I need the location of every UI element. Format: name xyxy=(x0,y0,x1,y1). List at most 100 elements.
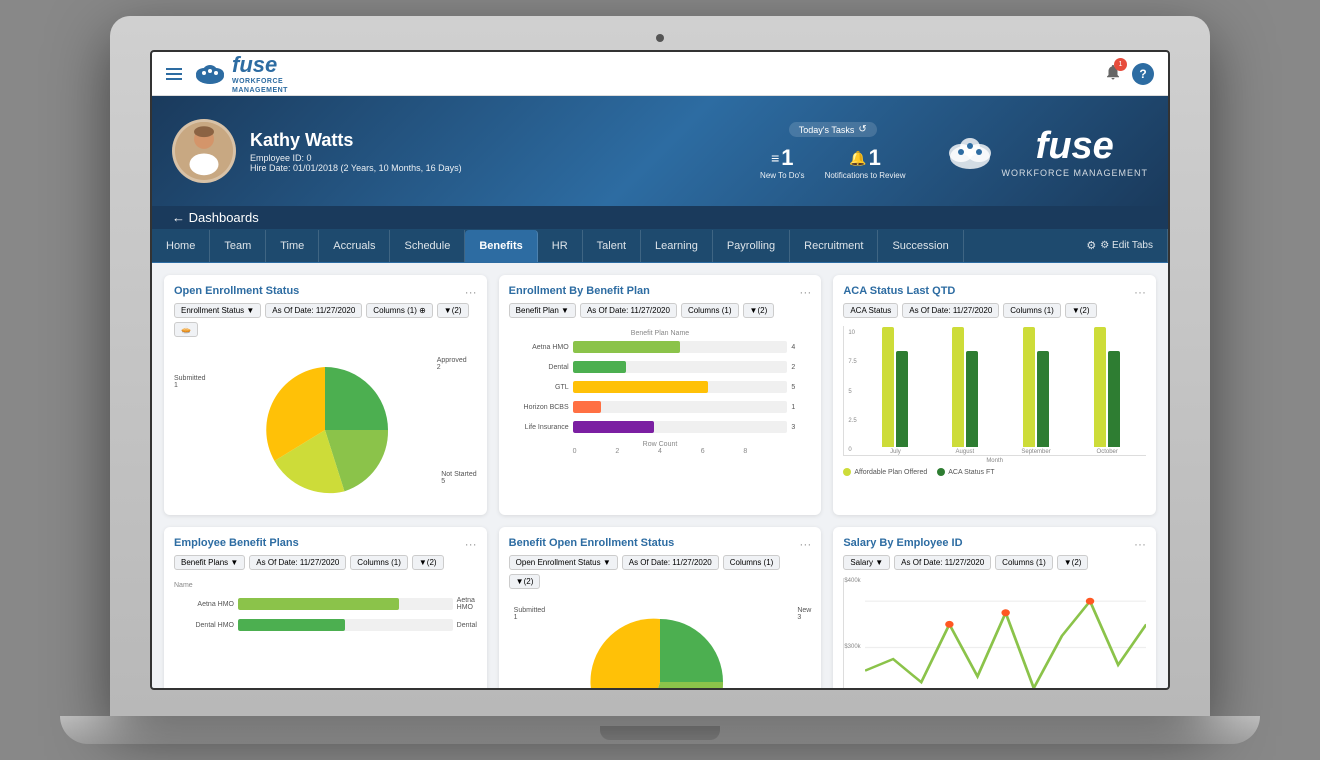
hero-section: Kathy Watts Employee ID: 0 Hire Date: 01… xyxy=(152,96,1168,206)
plan-filter2[interactable]: ▼(2) xyxy=(743,303,775,318)
enrollment-chart-type[interactable]: 🥧 xyxy=(174,322,198,337)
edit-tabs-button[interactable]: ⚙ ⚙ Edit Tabs xyxy=(1072,229,1168,262)
user-name: Kathy Watts xyxy=(250,130,462,151)
enrollment-columns[interactable]: Columns (1) ⊕ xyxy=(366,303,433,318)
widget-more-enrollment[interactable]: ··· xyxy=(465,285,477,299)
benefit-open-asofdate[interactable]: As Of Date: 11/27/2020 xyxy=(622,555,719,570)
enrollment-status-filter[interactable]: Enrollment Status ▼ xyxy=(174,303,261,318)
widget-title-benefit-open: Benefit Open Enrollment Status xyxy=(509,537,675,549)
breadcrumb: ← Dashboards xyxy=(152,206,1168,229)
tab-payrolling[interactable]: Payrolling xyxy=(713,230,790,262)
notifications-bell[interactable]: 1 xyxy=(1104,63,1122,84)
tab-benefits[interactable]: Benefits xyxy=(465,230,537,262)
tab-talent[interactable]: Talent xyxy=(583,230,641,262)
bar-row-aetna-hmo: Aetna HMO Aetna HMO xyxy=(174,597,477,611)
widget-title-salary: Salary By Employee ID xyxy=(843,537,962,549)
bar-row-dental: Dental 2 xyxy=(509,361,812,373)
emp-plans-columns[interactable]: Columns (1) xyxy=(350,555,408,570)
aca-x-axis-label: Month xyxy=(843,458,1146,464)
salary-line-chart: $400k $300k $200k xyxy=(843,578,1146,688)
plan-bar-chart: Benefit Plan Name Aetna HMO 4 xyxy=(509,326,812,459)
widget-salary: Salary By Employee ID ··· Salary ▼ As Of… xyxy=(833,527,1156,688)
enrollment-pie-chart: Approved2 Not Started5 Submitted1 xyxy=(174,345,477,515)
plan-asofdate[interactable]: As Of Date: 11/27/2020 xyxy=(580,303,677,318)
help-button[interactable]: ? xyxy=(1132,63,1154,85)
widget-title-aca: ACA Status Last QTD xyxy=(843,285,955,297)
hero-logo-subtext: WORKFORCE MANAGEMENT xyxy=(1001,168,1148,178)
top-bar: fuse WORKFORCEMANAGEMENT 1 ? xyxy=(152,52,1168,96)
tasks-label: Today's Tasks ↺ xyxy=(789,122,877,137)
tab-team[interactable]: Team xyxy=(210,230,266,262)
hero-logo-icon xyxy=(945,131,995,171)
plan-columns[interactable]: Columns (1) xyxy=(681,303,739,318)
tab-schedule[interactable]: Schedule xyxy=(390,230,465,262)
emp-plans-bar-chart: Name Aetna HMO Aetna HMO Dental HMO xyxy=(174,578,477,643)
bar-row-life: Life Insurance 3 xyxy=(509,421,812,433)
benefit-open-filter[interactable]: Open Enrollment Status ▼ xyxy=(509,555,618,570)
salary-asofdate[interactable]: As Of Date: 11/27/2020 xyxy=(894,555,991,570)
tab-succession[interactable]: Succession xyxy=(878,230,963,262)
bar-row-dental-hmo: Dental HMO Dental xyxy=(174,619,477,631)
aca-legend: Affordable Plan Offered ACA Status FT xyxy=(843,468,1146,476)
aca-filter2[interactable]: ▼(2) xyxy=(1065,303,1097,318)
employee-id: Employee ID: 0 xyxy=(250,153,462,163)
benefit-open-filter2[interactable]: ▼(2) xyxy=(509,574,541,589)
enrollment-filter2[interactable]: ▼(2) xyxy=(437,303,469,318)
hero-logo-text: fuse xyxy=(1001,125,1148,168)
enrollment-asofdate[interactable]: As Of Date: 11/27/2020 xyxy=(265,303,362,318)
notifications: 🔔 1 Notifications to Review xyxy=(825,145,906,180)
emp-plans-filter2[interactable]: ▼(2) xyxy=(412,555,444,570)
new-todos: ≡ 1 New To Do's xyxy=(760,145,805,180)
aca-status-filter[interactable]: ACA Status xyxy=(843,303,898,318)
aca-asofdate[interactable]: As Of Date: 11/27/2020 xyxy=(902,303,999,318)
tab-recruitment[interactable]: Recruitment xyxy=(790,230,878,262)
salary-filter[interactable]: Salary ▼ xyxy=(843,555,890,570)
plan-filter[interactable]: Benefit Plan ▼ xyxy=(509,303,576,318)
widget-aca-status: ACA Status Last QTD ··· ACA Status As Of… xyxy=(833,275,1156,515)
bell-badge: 1 xyxy=(1114,58,1127,71)
benefit-open-pie: Submitted1 New3 xyxy=(509,597,812,688)
salary-svg xyxy=(865,578,1146,688)
bar-row-aetna: Aetna HMO 4 xyxy=(509,341,812,353)
widget-enrollment-by-plan: Enrollment By Benefit Plan ··· Benefit P… xyxy=(499,275,822,515)
aca-columns[interactable]: Columns (1) xyxy=(1003,303,1061,318)
salary-filter2[interactable]: ▼(2) xyxy=(1057,555,1089,570)
widget-title-emp-plans: Employee Benefit Plans xyxy=(174,537,299,549)
widget-employee-benefit-plans: Employee Benefit Plans ··· Benefit Plans… xyxy=(164,527,487,688)
hero-logo: fuse WORKFORCE MANAGEMENT xyxy=(945,125,1148,178)
dashboard: Open Enrollment Status ··· Enrollment St… xyxy=(152,263,1168,688)
aca-bar-chart: 10 7.5 5 2.5 0 xyxy=(843,326,1146,456)
hire-date: Hire Date: 01/01/2018 (2 Years, 10 Month… xyxy=(250,163,462,173)
back-link[interactable]: ← Dashboards xyxy=(172,210,259,225)
today-tasks: Today's Tasks ↺ ≡ 1 New To Do's xyxy=(760,122,905,180)
tab-home[interactable]: Home xyxy=(152,230,210,262)
hamburger-menu[interactable] xyxy=(166,68,182,80)
logo: fuse WORKFORCEMANAGEMENT xyxy=(192,52,288,95)
widget-more-aca[interactable]: ··· xyxy=(1134,285,1146,299)
widget-more-emp-plans[interactable]: ··· xyxy=(465,537,477,551)
tab-hr[interactable]: HR xyxy=(538,230,583,262)
salary-columns[interactable]: Columns (1) xyxy=(995,555,1053,570)
bar-row-horizon: Horizon BCBS 1 xyxy=(509,401,812,413)
bar-row-gtl: GTL 5 xyxy=(509,381,812,393)
logo-subtext: WORKFORCEMANAGEMENT xyxy=(232,78,288,95)
nav-tabs: Home Team Time Accruals Schedule Benefit… xyxy=(152,229,1168,263)
tab-learning[interactable]: Learning xyxy=(641,230,713,262)
widget-more-benefit-open[interactable]: ··· xyxy=(799,537,811,551)
enrollment-pie-svg xyxy=(255,360,395,500)
widget-more-by-plan[interactable]: ··· xyxy=(799,285,811,299)
avatar-image xyxy=(175,119,233,180)
widget-open-enrollment: Open Enrollment Status ··· Enrollment St… xyxy=(164,275,487,515)
widget-title-enrollment: Open Enrollment Status xyxy=(174,285,299,297)
logo-text: fuse xyxy=(232,52,288,78)
benefit-open-columns[interactable]: Columns (1) xyxy=(723,555,781,570)
widget-title-by-plan: Enrollment By Benefit Plan xyxy=(509,285,650,297)
widget-more-salary[interactable]: ··· xyxy=(1134,537,1146,551)
emp-plans-asofdate[interactable]: As Of Date: 11/27/2020 xyxy=(249,555,346,570)
tab-accruals[interactable]: Accruals xyxy=(319,230,390,262)
logo-icon xyxy=(192,60,228,88)
benefit-open-pie-svg xyxy=(590,612,730,688)
user-avatar xyxy=(172,119,236,183)
tab-time[interactable]: Time xyxy=(266,230,319,262)
emp-plans-filter[interactable]: Benefit Plans ▼ xyxy=(174,555,245,570)
